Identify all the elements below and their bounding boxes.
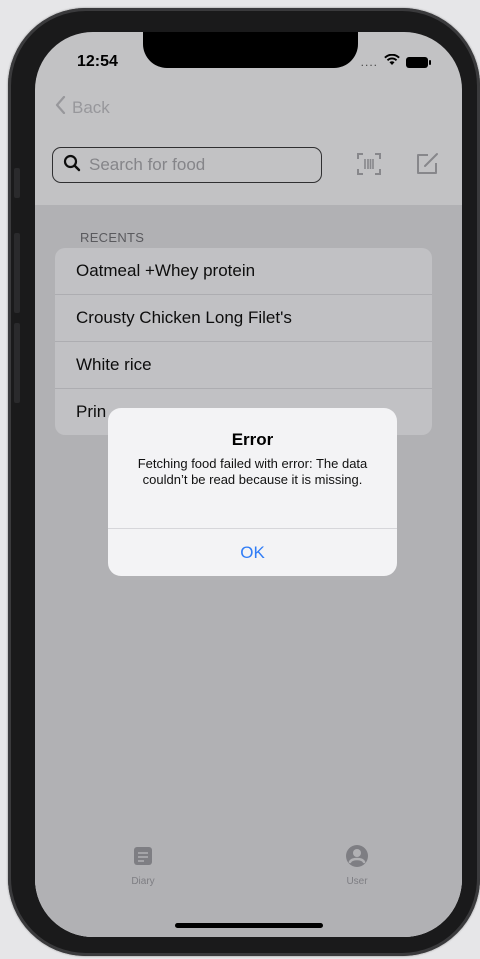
alert-title: Error bbox=[231, 430, 274, 449]
ok-button[interactable]: OK bbox=[108, 529, 397, 576]
volume-up-button bbox=[14, 233, 20, 313]
error-alert: Error Fetching food failed with error: T… bbox=[108, 408, 397, 576]
volume-down-button bbox=[14, 323, 20, 403]
alert-message: Fetching food failed with error: The dat… bbox=[137, 456, 368, 487]
notch bbox=[143, 32, 358, 68]
mute-switch bbox=[14, 168, 20, 198]
